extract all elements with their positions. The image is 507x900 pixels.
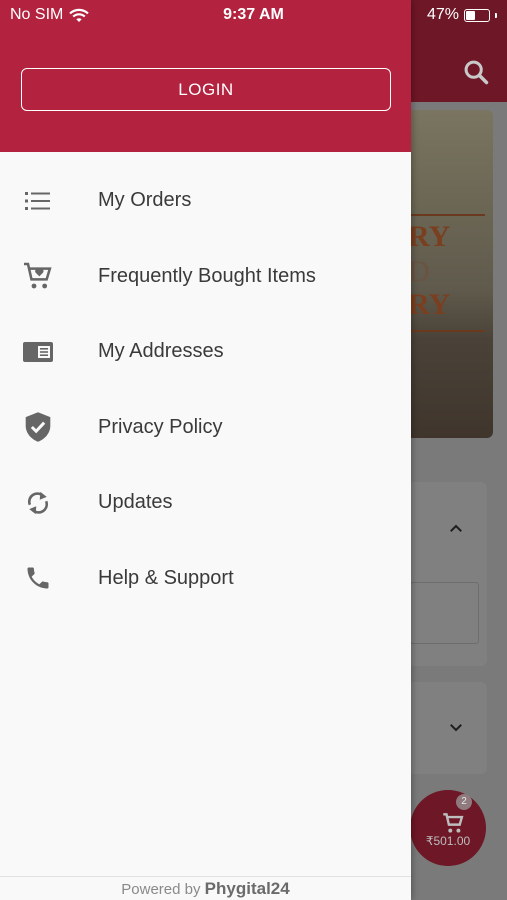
banner-text: RY — [408, 288, 451, 321]
banner-text: RY — [408, 220, 451, 253]
menu-item-my-orders[interactable]: My Orders — [0, 163, 411, 239]
login-button[interactable]: LOGIN — [21, 68, 391, 111]
menu-item-label: Help & Support — [98, 566, 234, 589]
chevron-up-icon[interactable] — [447, 520, 465, 538]
drawer-menu: My Orders Frequently Bought Items My Add… — [0, 163, 411, 616]
menu-item-privacy-policy[interactable]: Privacy Policy — [0, 390, 411, 466]
menu-item-label: Privacy Policy — [98, 415, 223, 438]
menu-item-frequently-bought[interactable]: Frequently Bought Items — [0, 239, 411, 315]
menu-item-label: My Orders — [98, 189, 192, 212]
menu-item-label: Updates — [98, 491, 173, 514]
promo-banner[interactable]: RY D RY — [400, 110, 493, 438]
search-icon[interactable] — [462, 58, 490, 86]
cart-total: ₹501.00 — [425, 834, 471, 848]
cart-count-badge: 2 — [456, 794, 472, 810]
collapsible-card[interactable] — [400, 682, 487, 774]
card-input-area[interactable] — [410, 582, 479, 644]
list-icon — [22, 185, 54, 217]
navigation-drawer: LOGIN My Orders Frequently Bought Items … — [0, 0, 411, 900]
menu-item-my-addresses[interactable]: My Addresses — [0, 314, 411, 390]
banner-text: D — [408, 255, 430, 288]
powered-by-prefix: Powered by — [121, 881, 201, 898]
menu-item-updates[interactable]: Updates — [0, 465, 411, 541]
status-bar: No SIM 9:37 AM 47% — [0, 0, 507, 30]
collapsible-card[interactable] — [400, 482, 487, 666]
battery-indicator: 47% — [427, 6, 497, 24]
battery-percent: 47% — [426, 6, 459, 23]
battery-icon — [464, 8, 490, 22]
menu-item-help-support[interactable]: Help & Support — [0, 541, 411, 617]
cart-icon — [443, 813, 464, 833]
shield-check-icon — [22, 411, 54, 443]
powered-by-footer: Powered by Phygital24 — [0, 876, 411, 900]
cart-heart-icon — [22, 260, 54, 292]
menu-item-label: Frequently Bought Items — [98, 264, 316, 287]
chevron-down-icon[interactable] — [447, 718, 465, 736]
sync-icon — [22, 487, 54, 519]
cart-button[interactable]: 2 ₹501.00 — [410, 790, 486, 866]
powered-by-brand[interactable]: Phygital24 — [205, 879, 290, 898]
menu-item-label: My Addresses — [98, 340, 224, 363]
phone-icon — [22, 562, 54, 594]
address-card-icon — [22, 336, 54, 368]
